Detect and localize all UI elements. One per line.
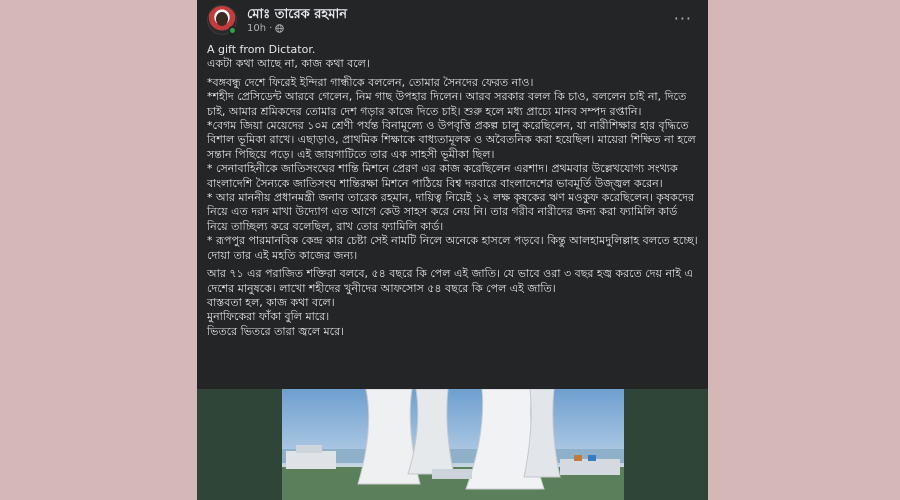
more-options-icon[interactable]: ··· bbox=[674, 9, 692, 28]
paragraph: * রূপপুর পারমানবিক কেন্দ্র কার চেষ্টা সে… bbox=[207, 234, 698, 262]
closing-line: বাস্তবতা হল, কাজ কথা বলে। bbox=[207, 295, 335, 309]
paragraph: * সেনাবাহিনীকে জাতিসংঘের শান্তি মিশনে প্… bbox=[207, 162, 678, 190]
facebook-post: মোঃ তারেক রহমান 10h · ··· A gift from Di… bbox=[197, 0, 708, 500]
post-meta: 10h · bbox=[247, 23, 284, 34]
post-header: মোঃ তারেক রহমান 10h · ··· bbox=[207, 5, 698, 39]
post-text: A gift from Dictator. একটা কথা আছে না, ক… bbox=[207, 43, 700, 339]
closing-line: ভিতরে ভিতরে তারা জ্বলে মরে। bbox=[207, 324, 345, 338]
cooling-towers-illustration bbox=[282, 389, 624, 500]
closing-line: আর ৭১ এর পরাজিত শক্তিরা বলবে, ৫৪ বছরে কি… bbox=[207, 267, 693, 295]
post-time[interactable]: 10h bbox=[247, 23, 266, 34]
paragraph: *বেগম জিয়া মেয়েদের ১০ম শ্রেণী পর্যন্ত … bbox=[207, 119, 696, 161]
paragraph: *শহীদ প্রেসিডেন্ট আরবে গেলেন, নিম গাছ উপ… bbox=[207, 90, 687, 118]
avatar-face bbox=[216, 12, 228, 26]
online-status-dot bbox=[228, 26, 237, 35]
closing-line: মুনাফিকেরা ফাঁকা বুলি মারে। bbox=[207, 310, 330, 324]
paragraph: *বঙ্গবন্ধু দেশে ফিরেই ইন্দিরা গান্ধীকে ব… bbox=[207, 75, 534, 89]
post-media[interactable] bbox=[197, 389, 708, 500]
power-plant-photo[interactable] bbox=[282, 389, 624, 500]
meta-separator: · bbox=[269, 23, 273, 34]
paragraph: * আর মাননীয় প্রধানমন্ত্রী জনাব তারেক রহ… bbox=[207, 191, 695, 233]
intro-line: A gift from Dictator. bbox=[207, 43, 316, 56]
globe-icon[interactable] bbox=[275, 24, 284, 33]
intro-line: একটা কথা আছে না, কাজ কথা বলে। bbox=[207, 57, 370, 71]
